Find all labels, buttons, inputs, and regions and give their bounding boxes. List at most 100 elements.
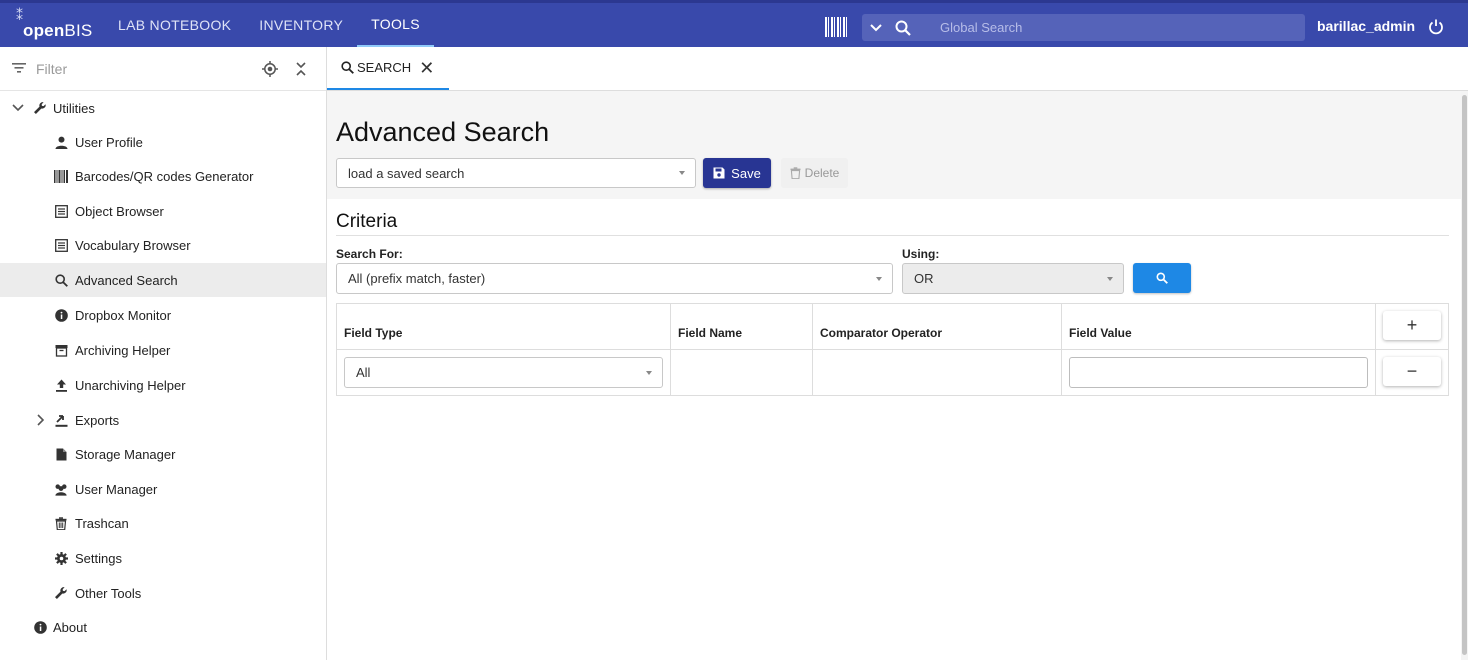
- nav-lab-notebook[interactable]: LAB NOTEBOOK: [104, 3, 245, 47]
- sidebar-item-trashcan[interactable]: Trashcan: [0, 506, 326, 540]
- sidebar-item-label: Trashcan: [75, 515, 129, 531]
- sidebar-item-other-tools[interactable]: Other Tools: [0, 576, 326, 610]
- search-icon: [341, 61, 354, 74]
- sidebar-item-label: User Profile: [75, 134, 143, 150]
- header-field-value: Field Value: [1069, 326, 1132, 340]
- sidebar-item-label: Advanced Search: [75, 272, 178, 288]
- locate-icon[interactable]: [262, 61, 278, 80]
- caret-down-icon: [646, 370, 652, 375]
- logo-mark-icon: ⁑: [16, 7, 23, 23]
- search-icon: [54, 273, 68, 287]
- tab-label: SEARCH: [357, 60, 412, 75]
- sidebar-item-label: Storage Manager: [75, 446, 176, 462]
- chevron-down-icon[interactable]: [11, 101, 25, 115]
- sidebar-item-label: About: [53, 619, 87, 635]
- caret-down-icon: [1107, 276, 1113, 281]
- nav-tools[interactable]: TOOLS: [357, 3, 434, 47]
- sidebar-item-label: Vocabulary Browser: [75, 237, 191, 253]
- delete-button[interactable]: Delete: [781, 158, 848, 188]
- using-label: Using:: [902, 247, 940, 261]
- search-for-label: Search For:: [336, 247, 403, 261]
- search-button[interactable]: [1133, 263, 1191, 293]
- sidebar-item-dropbox-monitor[interactable]: Dropbox Monitor: [0, 298, 326, 332]
- sidebar-item-utilities[interactable]: Utilities: [0, 91, 326, 125]
- sidebar-item-user-manager[interactable]: User Manager: [0, 472, 326, 506]
- trash-icon: [790, 167, 801, 179]
- criteria-table: Field Type Field Name Comparator Operato…: [336, 303, 1449, 396]
- chevron-right-icon[interactable]: [34, 413, 48, 427]
- scrollbar-thumb[interactable]: [1462, 95, 1467, 655]
- chevron-down-icon[interactable]: [862, 20, 890, 35]
- sidebar-item-label: Settings: [75, 550, 122, 566]
- using-select[interactable]: OR: [902, 263, 1124, 294]
- power-icon[interactable]: [1428, 18, 1444, 38]
- field-type-select[interactable]: All: [344, 357, 663, 388]
- barcode-icon[interactable]: [825, 17, 849, 37]
- top-bar: ⁑ openBIS LAB NOTEBOOK INVENTORY TOOLS b…: [0, 0, 1468, 47]
- people-icon: [54, 482, 68, 496]
- sidebar-item-label: Object Browser: [75, 203, 164, 219]
- search-icon[interactable]: [890, 20, 916, 36]
- sidebar-item-exports[interactable]: Exports: [0, 403, 326, 437]
- trash-icon: [54, 516, 68, 530]
- file-icon: [54, 447, 68, 461]
- sidebar-item-label: Exports: [75, 412, 120, 428]
- add-criteria-button[interactable]: +: [1383, 311, 1441, 340]
- caret-down-icon: [679, 171, 685, 175]
- sidebar-item-vocabulary-browser[interactable]: Vocabulary Browser: [0, 228, 326, 262]
- main-content: Advanced Search load a saved search Save…: [327, 91, 1462, 660]
- nav-inventory[interactable]: INVENTORY: [245, 3, 357, 47]
- list-icon: [54, 238, 68, 252]
- field-value-input[interactable]: [1069, 357, 1368, 388]
- export-icon: [54, 413, 68, 427]
- sidebar-item-advanced-search[interactable]: Advanced Search: [0, 263, 326, 297]
- sidebar-item-about[interactable]: About: [0, 610, 326, 644]
- username[interactable]: barillac_admin: [1317, 18, 1415, 34]
- header-field-type: Field Type: [344, 326, 403, 340]
- sidebar-item-object-browser[interactable]: Object Browser: [0, 194, 326, 228]
- gear-icon: [54, 551, 68, 565]
- sidebar-item-settings[interactable]: Settings: [0, 541, 326, 575]
- criteria-divider: [336, 235, 1449, 236]
- page-title: Advanced Search: [336, 117, 550, 147]
- sidebar-item-label: Other Tools: [75, 585, 142, 601]
- search-for-select[interactable]: All (prefix match, faster): [336, 263, 893, 294]
- sidebar-item-archiving-helper[interactable]: Archiving Helper: [0, 333, 326, 367]
- sidebar-item-label: Unarchiving Helper: [75, 377, 186, 393]
- save-button[interactable]: Save: [703, 158, 771, 188]
- sidebar-item-label: Dropbox Monitor: [75, 307, 172, 323]
- sidebar-item-user-profile[interactable]: User Profile: [0, 125, 326, 159]
- sidebar-item-barcodes[interactable]: Barcodes/QR codes Generator: [0, 159, 326, 193]
- sidebar-item-label: Barcodes/QR codes Generator: [75, 168, 254, 184]
- header-field-name: Field Name: [678, 326, 743, 340]
- sidebar-item-label: Archiving Helper: [75, 342, 171, 358]
- info-icon: [33, 620, 47, 634]
- saved-search-placeholder: load a saved search: [348, 165, 465, 181]
- header-comparator-operator: Comparator Operator: [820, 326, 943, 340]
- sidebar-item-unarchiving-helper[interactable]: Unarchiving Helper: [0, 368, 326, 402]
- saved-search-select[interactable]: load a saved search: [336, 158, 696, 188]
- info-icon: [54, 308, 68, 322]
- close-icon[interactable]: ✕: [419, 59, 434, 77]
- filter-input[interactable]: [36, 60, 236, 77]
- filter-icon: [12, 61, 26, 76]
- tab-search[interactable]: SEARCH ✕: [327, 47, 449, 90]
- floppy-icon: [713, 167, 725, 179]
- barcode-icon: [54, 169, 68, 183]
- main-nav: LAB NOTEBOOK INVENTORY TOOLS: [104, 3, 434, 47]
- remove-criteria-button[interactable]: −: [1383, 357, 1441, 386]
- upload-icon: [54, 378, 68, 392]
- person-icon: [54, 135, 68, 149]
- openbis-logo[interactable]: ⁑ openBIS: [12, 3, 104, 47]
- search-icon: [1156, 272, 1168, 284]
- caret-down-icon: [876, 276, 882, 281]
- collapse-all-icon[interactable]: [295, 61, 307, 80]
- sidebar-item-storage-manager[interactable]: Storage Manager: [0, 437, 326, 471]
- sidebar: Utilities User Profile Barcodes/QR codes…: [0, 47, 327, 660]
- sidebar-filter: [0, 47, 326, 91]
- search-header: Advanced Search load a saved search Save…: [327, 91, 1462, 199]
- global-search-input[interactable]: [940, 20, 1280, 35]
- content-scrollbar[interactable]: [1461, 91, 1468, 660]
- list-icon: [54, 204, 68, 218]
- sidebar-item-label: Utilities: [53, 100, 95, 116]
